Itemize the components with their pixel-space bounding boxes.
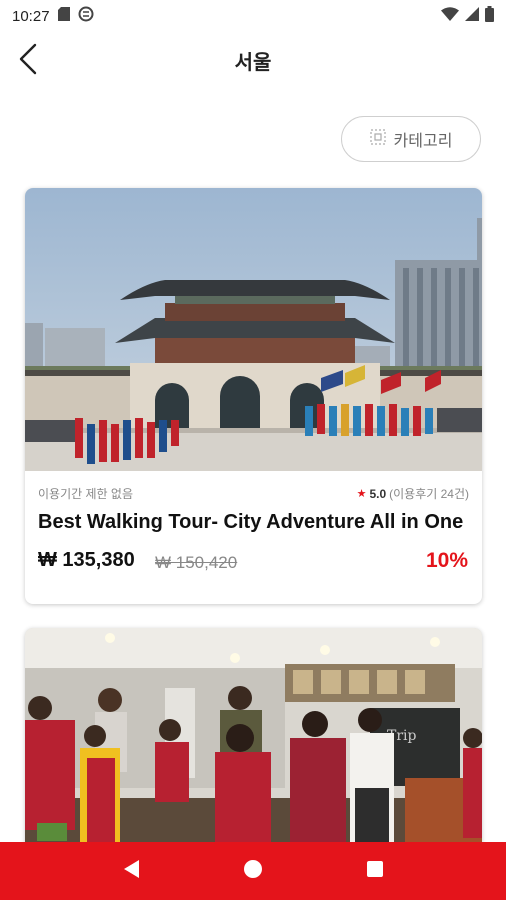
tour-card[interactable]: 이용기간 제한 없음 ★ 5.0 (이용후기 24건) Best Walking… <box>25 188 482 604</box>
tour-card-body: 이용기간 제한 없음 ★ 5.0 (이용후기 24건) Best Walking… <box>25 471 482 604</box>
battery-icon <box>485 6 494 26</box>
header: 서울 <box>0 32 506 90</box>
home-circle-icon <box>243 859 263 884</box>
nav-home-button[interactable] <box>233 851 273 891</box>
gwanghwamun-gate-photo <box>25 188 482 471</box>
navigation-bar <box>0 842 506 900</box>
sync-icon <box>78 6 94 26</box>
rating-score: 5.0 <box>369 486 387 501</box>
star-icon: ★ <box>356 488 367 500</box>
status-time: 10:27 <box>12 7 50 25</box>
page-title: 서울 <box>234 52 272 74</box>
recents-square-icon <box>366 860 384 883</box>
original-price: ₩ 150,420 <box>155 553 238 572</box>
tour-title: Best Walking Tour- City Adventure All in… <box>38 511 464 533</box>
discount-badge: 10% <box>425 549 468 572</box>
tour-card[interactable]: Trip <box>25 628 482 868</box>
signal-icon <box>465 7 479 25</box>
category-button-label: 카테고리 <box>393 133 453 150</box>
review-count: (이용후기 24건) <box>389 487 469 501</box>
nav-recents-button[interactable] <box>355 851 395 891</box>
sd-card-icon <box>57 7 70 25</box>
wifi-icon <box>441 7 459 25</box>
category-button[interactable]: 카테고리 <box>341 116 481 162</box>
cooking-class-group-photo: Trip <box>25 628 482 868</box>
category-grid-icon <box>369 128 386 150</box>
tour-card-image: Trip <box>25 628 482 868</box>
back-triangle-icon <box>122 859 140 884</box>
price: ₩ 135,380 <box>38 549 135 571</box>
nav-back-button[interactable] <box>111 851 151 891</box>
status-bar: 10:27 <box>0 0 506 32</box>
duration-label: 이용기간 제한 없음 <box>38 487 133 501</box>
status-right <box>441 6 494 26</box>
rating: ★ 5.0 (이용후기 24건) <box>357 485 469 502</box>
status-left: 10:27 <box>12 6 94 26</box>
tour-card-image <box>25 188 482 471</box>
